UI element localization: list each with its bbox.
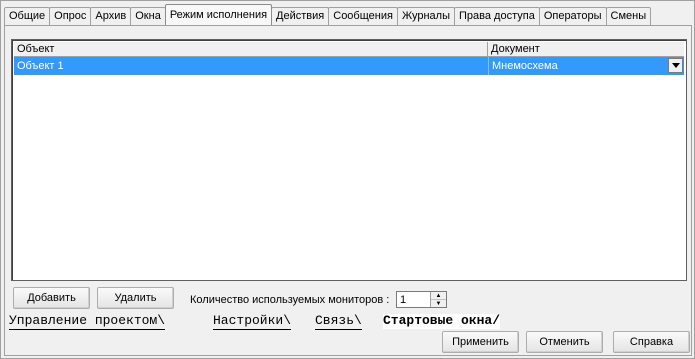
tab-journals[interactable]: Журналы [396, 7, 455, 25]
column-header-document[interactable]: Документ [488, 42, 684, 56]
tab-general[interactable]: Общие [4, 7, 51, 25]
spin-down-icon[interactable]: ▼ [431, 299, 446, 307]
delete-button[interactable]: Удалить [97, 287, 174, 309]
monitors-count-label: Количество используемых мониторов : [190, 294, 390, 306]
help-button[interactable]: Справка [613, 331, 690, 353]
dialog-window: Общие Опрос Архив Окна Режим исполнения … [0, 0, 695, 359]
tab-access-rights[interactable]: Права доступа [454, 7, 540, 25]
tab-windows[interactable]: Окна [130, 7, 166, 25]
sheet-tab-strip: Управление проектом\ Настройки\ Связь\ С… [9, 313, 544, 330]
sheet-tab-label: Настройки [213, 313, 284, 328]
tab-execution-mode[interactable]: Режим исполнения [164, 4, 273, 25]
grid-header: Объект Документ [14, 42, 684, 57]
monitors-count-spinner[interactable]: 1 ▲ ▼ [396, 291, 447, 308]
start-windows-grid[interactable]: Объект Документ Объект 1 Мнемосхема [11, 39, 687, 281]
tab-strip: Общие Опрос Архив Окна Режим исполнения … [4, 4, 690, 25]
chevron-down-icon [671, 63, 680, 68]
spinner-buttons: ▲ ▼ [430, 292, 446, 307]
tab-archive[interactable]: Архив [90, 7, 132, 25]
sheet-tab-project-management[interactable]: Управление проектом\ [9, 313, 166, 330]
spin-up-icon[interactable]: ▲ [431, 292, 446, 299]
tab-shifts[interactable]: Смены [605, 7, 652, 25]
document-dropdown-button[interactable] [668, 58, 683, 73]
document-value: Мнемосхема [492, 60, 558, 72]
column-header-object[interactable]: Объект [14, 42, 488, 56]
tab-actions[interactable]: Действия [271, 7, 330, 25]
add-button[interactable]: Добавить [13, 287, 90, 309]
object-cell[interactable]: Объект 1 [14, 57, 488, 75]
cancel-button[interactable]: Отменить [526, 331, 603, 353]
sheet-tab-connection[interactable]: Связь\ [315, 314, 362, 330]
apply-button[interactable]: Применить [442, 331, 519, 353]
sheet-tab-settings[interactable]: Настройки\ [213, 313, 292, 330]
table-row[interactable]: Объект 1 Мнемосхема [14, 57, 684, 75]
monitors-count-value[interactable]: 1 [400, 293, 406, 307]
sheet-tab-label: Управление проектом [9, 313, 158, 328]
tab-messages[interactable]: Сообщения [328, 7, 398, 25]
tab-polling[interactable]: Опрос [49, 7, 92, 25]
sheet-tab-label: Стартовые окна [383, 313, 493, 328]
tab-operators[interactable]: Операторы [538, 7, 607, 25]
sheet-tab-start-windows[interactable]: Стартовые окна/ [383, 313, 501, 329]
document-cell[interactable]: Мнемосхема [488, 57, 684, 75]
sheet-tab-label: Связь [315, 313, 355, 328]
